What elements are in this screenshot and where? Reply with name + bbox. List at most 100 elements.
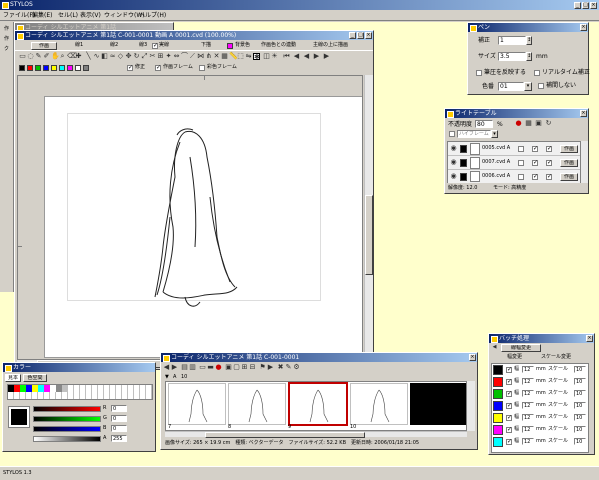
tab-sample[interactable]: 見本 [5,374,21,382]
link-color-label[interactable]: 作画色との連動 [261,42,296,49]
hiframe-select[interactable]: ハイフレーム [457,130,491,138]
line2-label[interactable]: 線2 [110,42,118,49]
vertex-icon[interactable]: ◇ [117,53,124,60]
row-color-swatch[interactable] [460,173,467,181]
batch-color-swatch[interactable] [493,413,503,423]
batch-prev-icon[interactable]: ◀ [491,344,498,351]
tl-paste-icon[interactable]: ▢ [233,364,240,371]
layer-arrow-icon[interactable]: ▼ [165,374,169,381]
eye-icon[interactable]: ◉ [450,159,457,166]
row-color-swatch[interactable] [460,145,467,153]
light-row[interactable]: ◉ 0007.cvd A 作画 [448,156,580,170]
pen-titlebar[interactable]: ペン [468,23,588,32]
frame-thumbnail-selected[interactable] [288,382,348,426]
canvas-vscrollbar[interactable] [364,75,373,360]
row-color-swatch[interactable] [460,159,467,167]
batch-close-button[interactable]: × [586,335,593,342]
timeline-hscrollbar[interactable] [165,431,467,438]
frame-icon[interactable]: ⬚ [237,53,244,60]
row-tag[interactable]: 作画 [560,159,578,167]
split-icon[interactable]: ⋔ [205,53,212,60]
batch-row[interactable]: 幅 12 mm スケール 10 [492,376,588,388]
connect-icon[interactable]: ⌒ [181,53,188,60]
join-icon[interactable]: ⋈ [197,53,204,60]
select-rect-icon[interactable]: ▭ [19,53,26,60]
color-swatch-gray[interactable] [83,65,89,71]
row-checkbox-b[interactable] [532,145,538,152]
line-tool-icon[interactable]: ╲ [85,53,92,60]
curve-icon[interactable]: ∿ [93,53,100,60]
batch-width-input[interactable]: 12 [522,414,534,421]
tl-open-icon[interactable]: ▬ [207,364,214,371]
rotate-icon[interactable]: ↻ [133,53,140,60]
canvas-viewport[interactable] [17,75,363,360]
batch-row[interactable]: 幅 12 mm スケール 10 [492,388,588,400]
batch-color-swatch[interactable] [493,401,503,411]
opacity-input[interactable]: 80 [475,120,493,128]
tl-copy-icon[interactable]: ▣ [225,364,232,371]
batch-scale-input[interactable]: 10 [574,438,586,445]
move-icon[interactable]: ✥ [125,53,132,60]
batch-row[interactable]: 幅 12 mm スケール 10 [492,412,588,424]
batch-row[interactable]: 幅 12 mm スケール 10 [492,436,588,448]
batch-width-input[interactable]: 12 [522,426,534,433]
tl-new-icon[interactable]: ▭ [199,364,206,371]
underdraw-label[interactable]: 下描 [201,42,211,49]
batch-width-input[interactable]: 12 [522,378,534,385]
color-swatch-white[interactable] [75,65,81,71]
tail-icon[interactable]: ⟋ [189,53,196,60]
row-checkbox-a[interactable] [518,174,524,180]
menu-view[interactable]: 表示(V) [80,12,101,19]
eye-icon[interactable]: ◉ [450,173,457,180]
realtime-checkbox[interactable] [534,70,540,76]
hosei-input[interactable]: 1 [498,36,526,45]
color-swatch-cyan[interactable] [59,65,65,71]
color-swatch-yellow[interactable] [51,65,57,71]
slider-a[interactable] [33,436,101,442]
color-swatch-magenta[interactable] [67,65,73,71]
ruler-icon[interactable]: 📏 [229,53,238,60]
color-swatch-green[interactable] [35,65,41,71]
paint-frame-checkbox[interactable] [199,65,205,71]
batch-scale-input[interactable]: 10 [574,378,586,385]
light-on-icon[interactable]: ● [515,120,522,127]
delete-icon[interactable]: ✕ [213,53,220,60]
cut-icon[interactable]: ✂ [149,53,156,60]
menu-edit[interactable]: 編集(E) [32,12,52,19]
light-icon[interactable]: ☀ [271,53,278,60]
batch-row[interactable]: 幅 12 mm スケール 10 [492,400,588,412]
drawing-paper[interactable] [44,96,362,358]
draw-over-label[interactable]: 主線の上に描画 [313,42,348,49]
color-num-dropdown[interactable]: ▾ [524,82,532,91]
hosei-spin[interactable]: ↕ [526,36,532,45]
batch-checkbox[interactable] [506,390,512,397]
document-titlebar[interactable]: コーディ シルエットアニメ 第1話 C-001-0001 動画 A 0001.c… [15,31,373,40]
light-stack-icon[interactable]: ▦ [525,120,532,127]
batch-checkbox[interactable] [506,378,512,385]
tl-view-icon[interactable]: ▤ [181,364,188,371]
next-icon[interactable]: ▶ [313,53,320,60]
brush-icon[interactable]: ✐ [43,53,50,60]
light-table-close-button[interactable]: × [580,110,587,117]
maximize-button[interactable]: □ [582,2,589,9]
no-interp-checkbox[interactable] [538,83,544,89]
eraser-icon[interactable]: ⌫ [67,53,77,60]
tl-preview-icon[interactable]: ▶ [267,364,274,371]
batch-width-input[interactable]: 12 [522,402,534,409]
color-swatch-blue[interactable] [43,65,49,71]
light-refresh-icon[interactable]: ↻ [545,120,552,127]
light-table-titlebar[interactable]: ライトテーブル [445,109,588,118]
batch-scale-input[interactable]: 10 [574,402,586,409]
draw-frame-checkbox[interactable] [155,64,161,71]
line3-label[interactable]: 線3 [139,42,147,49]
slider-r[interactable] [33,406,101,412]
tl-edit-icon[interactable]: ✎ [285,364,292,371]
document-window[interactable]: コーディ シルエットアニメ 第1話 C-001-0001 動画 A 0001.c… [14,30,374,370]
batch-checkbox[interactable] [506,414,512,421]
line1-label[interactable]: 線1 [75,42,83,49]
tl-flag-icon[interactable]: ⚑ [259,364,266,371]
batch-scale-input[interactable]: 10 [574,366,586,373]
grid-icon[interactable]: ⊞ [157,53,164,60]
prev-frame-icon[interactable]: ◀ [293,53,300,60]
batch-width-input[interactable]: 12 [522,366,534,373]
